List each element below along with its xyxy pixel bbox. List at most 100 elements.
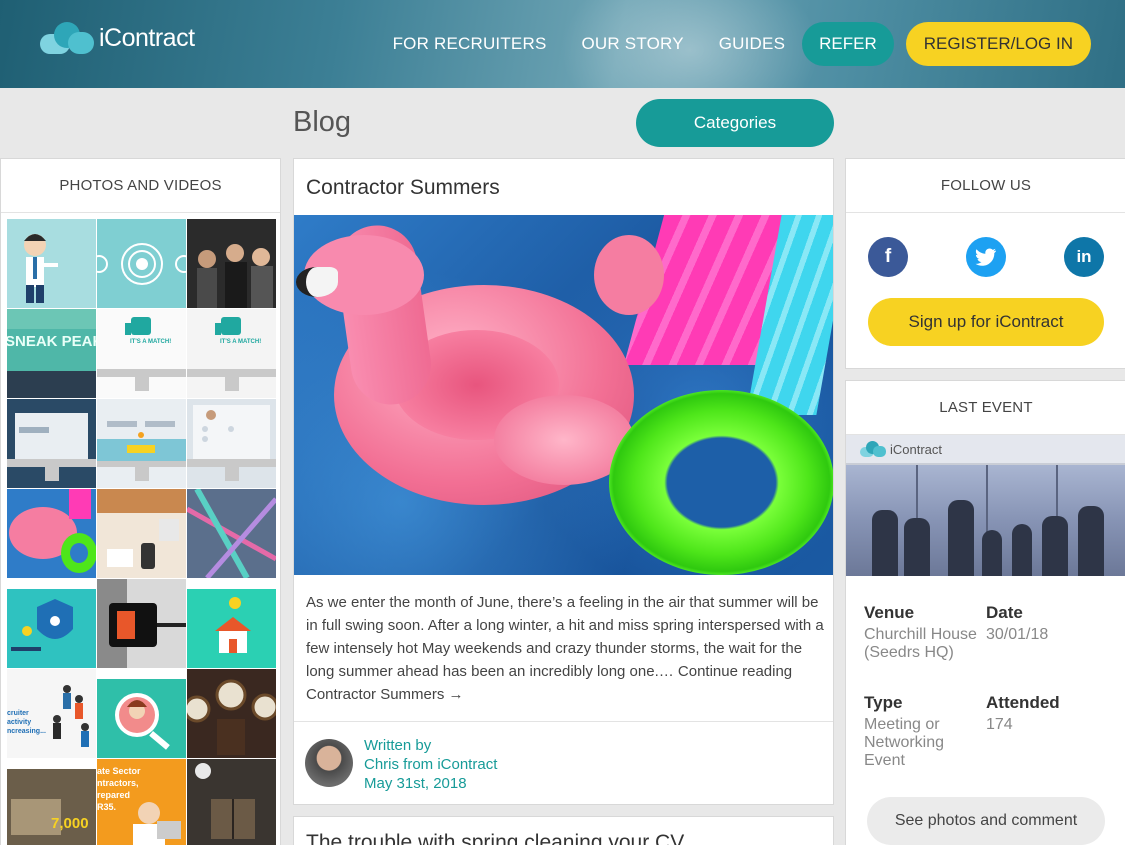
photo-tile[interactable] [7, 489, 96, 578]
article-title-2[interactable]: The trouble with spring cleaning your CV [294, 817, 833, 845]
logo-text: iContract [99, 23, 195, 52]
nav-guides[interactable]: GUIDES [719, 34, 785, 54]
traffic-light-photo-icon [97, 579, 186, 668]
photo-tile[interactable] [97, 219, 186, 308]
site-header: iContract FOR RECRUITERS OUR STORY GUIDE… [0, 0, 1125, 88]
photo-tile[interactable] [97, 579, 186, 668]
event-image[interactable]: iContract [846, 435, 1125, 576]
photo-tile[interactable] [187, 489, 276, 578]
event-logo: iContract [860, 441, 942, 457]
follow-us-heading: FOLLOW US [846, 159, 1125, 213]
abstract-photo-icon [187, 489, 276, 578]
signup-button[interactable]: Sign up for iContract [868, 298, 1104, 346]
magnifier-woman-icon [97, 669, 186, 750]
photo-grid: SNEAK PEAK IT'S A MATCH! IT'S A MATCH! c… [7, 219, 277, 845]
photo-tile[interactable]: IT'S A MATCH! [187, 309, 276, 398]
photo-tile[interactable] [97, 669, 186, 758]
author-row: Written by Chris from iContract May 31st… [294, 721, 833, 805]
post-date: May 31st, 2018 [364, 775, 467, 792]
people-photo-icon [197, 244, 273, 308]
categories-button[interactable]: Categories [636, 99, 834, 147]
nav-for-recruiters[interactable]: FOR RECRUITERS [393, 34, 547, 54]
person-silhouette [904, 518, 930, 576]
date-label: Date [986, 603, 1023, 622]
photo-tile[interactable]: IT'S A MATCH! [97, 309, 186, 398]
article-card: Contractor Summers As we enter the month… [293, 158, 834, 805]
security-shield-icon [7, 579, 96, 651]
photo-tile[interactable]: 7,000 [7, 759, 96, 845]
last-event-panel: LAST EVENT iContract Venue Churchill Hou… [845, 380, 1125, 845]
avatar [305, 739, 353, 787]
house-icon [187, 579, 276, 653]
date-block: Date 30/01/18 [986, 603, 1106, 644]
thumbs-up-icon [187, 317, 276, 391]
photo-tile[interactable] [97, 489, 186, 578]
recruiter-activity-text: cruiter activity ncreasing... [7, 710, 46, 735]
public-sector-text: ate Sector ntractors, repared R35. [97, 766, 141, 812]
photo-tile[interactable] [97, 399, 186, 488]
photo-tile[interactable] [187, 669, 276, 758]
photo-tile[interactable] [187, 399, 276, 488]
event-logo-text: iContract [890, 441, 943, 457]
article-excerpt: As we enter the month of June, there’s a… [306, 594, 824, 703]
green-swim-ring [609, 390, 833, 575]
facebook-icon[interactable]: f [868, 237, 908, 277]
register-login-button[interactable]: REGISTER/LOG IN [905, 22, 1091, 66]
screen-ui-icon [97, 421, 186, 481]
logo[interactable]: iContract [40, 20, 195, 56]
photos-videos-panel: PHOTOS AND VIDEOS SNEAK PEAK IT'S A MATC… [0, 158, 281, 845]
screen-ui-icon [7, 413, 96, 481]
twitter-icon[interactable] [966, 237, 1006, 277]
book-photo-icon [187, 759, 276, 845]
attended-block: Attended 174 [986, 693, 1106, 734]
person-silhouette [982, 530, 1002, 576]
person-silhouette [872, 510, 898, 576]
photos-videos-heading: PHOTOS AND VIDEOS [1, 159, 280, 213]
nav-our-story[interactable]: OUR STORY [581, 34, 683, 54]
author-byline: Written by Chris from iContract May 31st… [364, 736, 497, 793]
attended-value: 174 [986, 716, 1013, 733]
photo-tile[interactable] [187, 759, 276, 845]
main-nav: FOR RECRUITERS OUR STORY GUIDES REFER RE… [393, 22, 1091, 66]
photo-tile[interactable] [7, 579, 96, 668]
article-card-2: The trouble with spring cleaning your CV [293, 816, 834, 845]
person-silhouette [1012, 524, 1032, 576]
person-silhouette [1042, 516, 1068, 576]
circles-graphic-icon [97, 243, 186, 285]
type-label: Type [864, 693, 903, 712]
thumbs-up-icon [97, 317, 186, 391]
photo-tile[interactable]: cruiter activity ncreasing... [7, 669, 96, 758]
date-value: 30/01/18 [986, 626, 1049, 643]
type-block: Type Meeting or Networking Event [864, 693, 982, 770]
linkedin-icon[interactable]: in [1064, 237, 1104, 277]
venue-block: Venue Churchill House (Seedrs HQ) [864, 603, 982, 662]
photo-tile[interactable] [187, 579, 276, 668]
page-title: Blog [293, 106, 352, 138]
match-text: IT'S A MATCH! [220, 339, 262, 345]
photo-tile[interactable]: SNEAK PEAK [7, 309, 96, 398]
clocks-photo-icon [187, 679, 276, 755]
seven-thousand-text: 7,000 [51, 815, 89, 832]
see-photos-button[interactable]: See photos and comment [867, 797, 1105, 845]
photo-tile[interactable] [7, 219, 96, 308]
cloud-logo-icon [40, 20, 96, 56]
photo-tile[interactable]: ate Sector ntractors, repared R35. [97, 759, 186, 845]
follow-us-panel: FOLLOW US f in Sign up for iContract [845, 158, 1125, 369]
desk-photo-icon [97, 489, 186, 578]
attended-label: Attended [986, 693, 1060, 712]
cartoon-man-icon [24, 234, 58, 303]
photo-tile[interactable] [7, 399, 96, 488]
refer-button[interactable]: REFER [802, 22, 894, 66]
venue-label: Venue [864, 603, 915, 622]
person-silhouette [948, 500, 974, 576]
venue-value: Churchill House (Seedrs HQ) [864, 626, 977, 661]
author-name[interactable]: Chris from iContract [364, 755, 497, 774]
article-title[interactable]: Contractor Summers [294, 159, 833, 215]
flamingo-photo-icon [7, 489, 96, 578]
photo-tile[interactable] [187, 219, 276, 308]
sneak-peak-text: SNEAK PEAK [7, 333, 96, 350]
match-text: IT'S A MATCH! [130, 339, 172, 345]
article-hero-image[interactable] [294, 215, 833, 575]
screen-ui-icon [187, 405, 276, 481]
person-silhouette [1078, 506, 1104, 576]
